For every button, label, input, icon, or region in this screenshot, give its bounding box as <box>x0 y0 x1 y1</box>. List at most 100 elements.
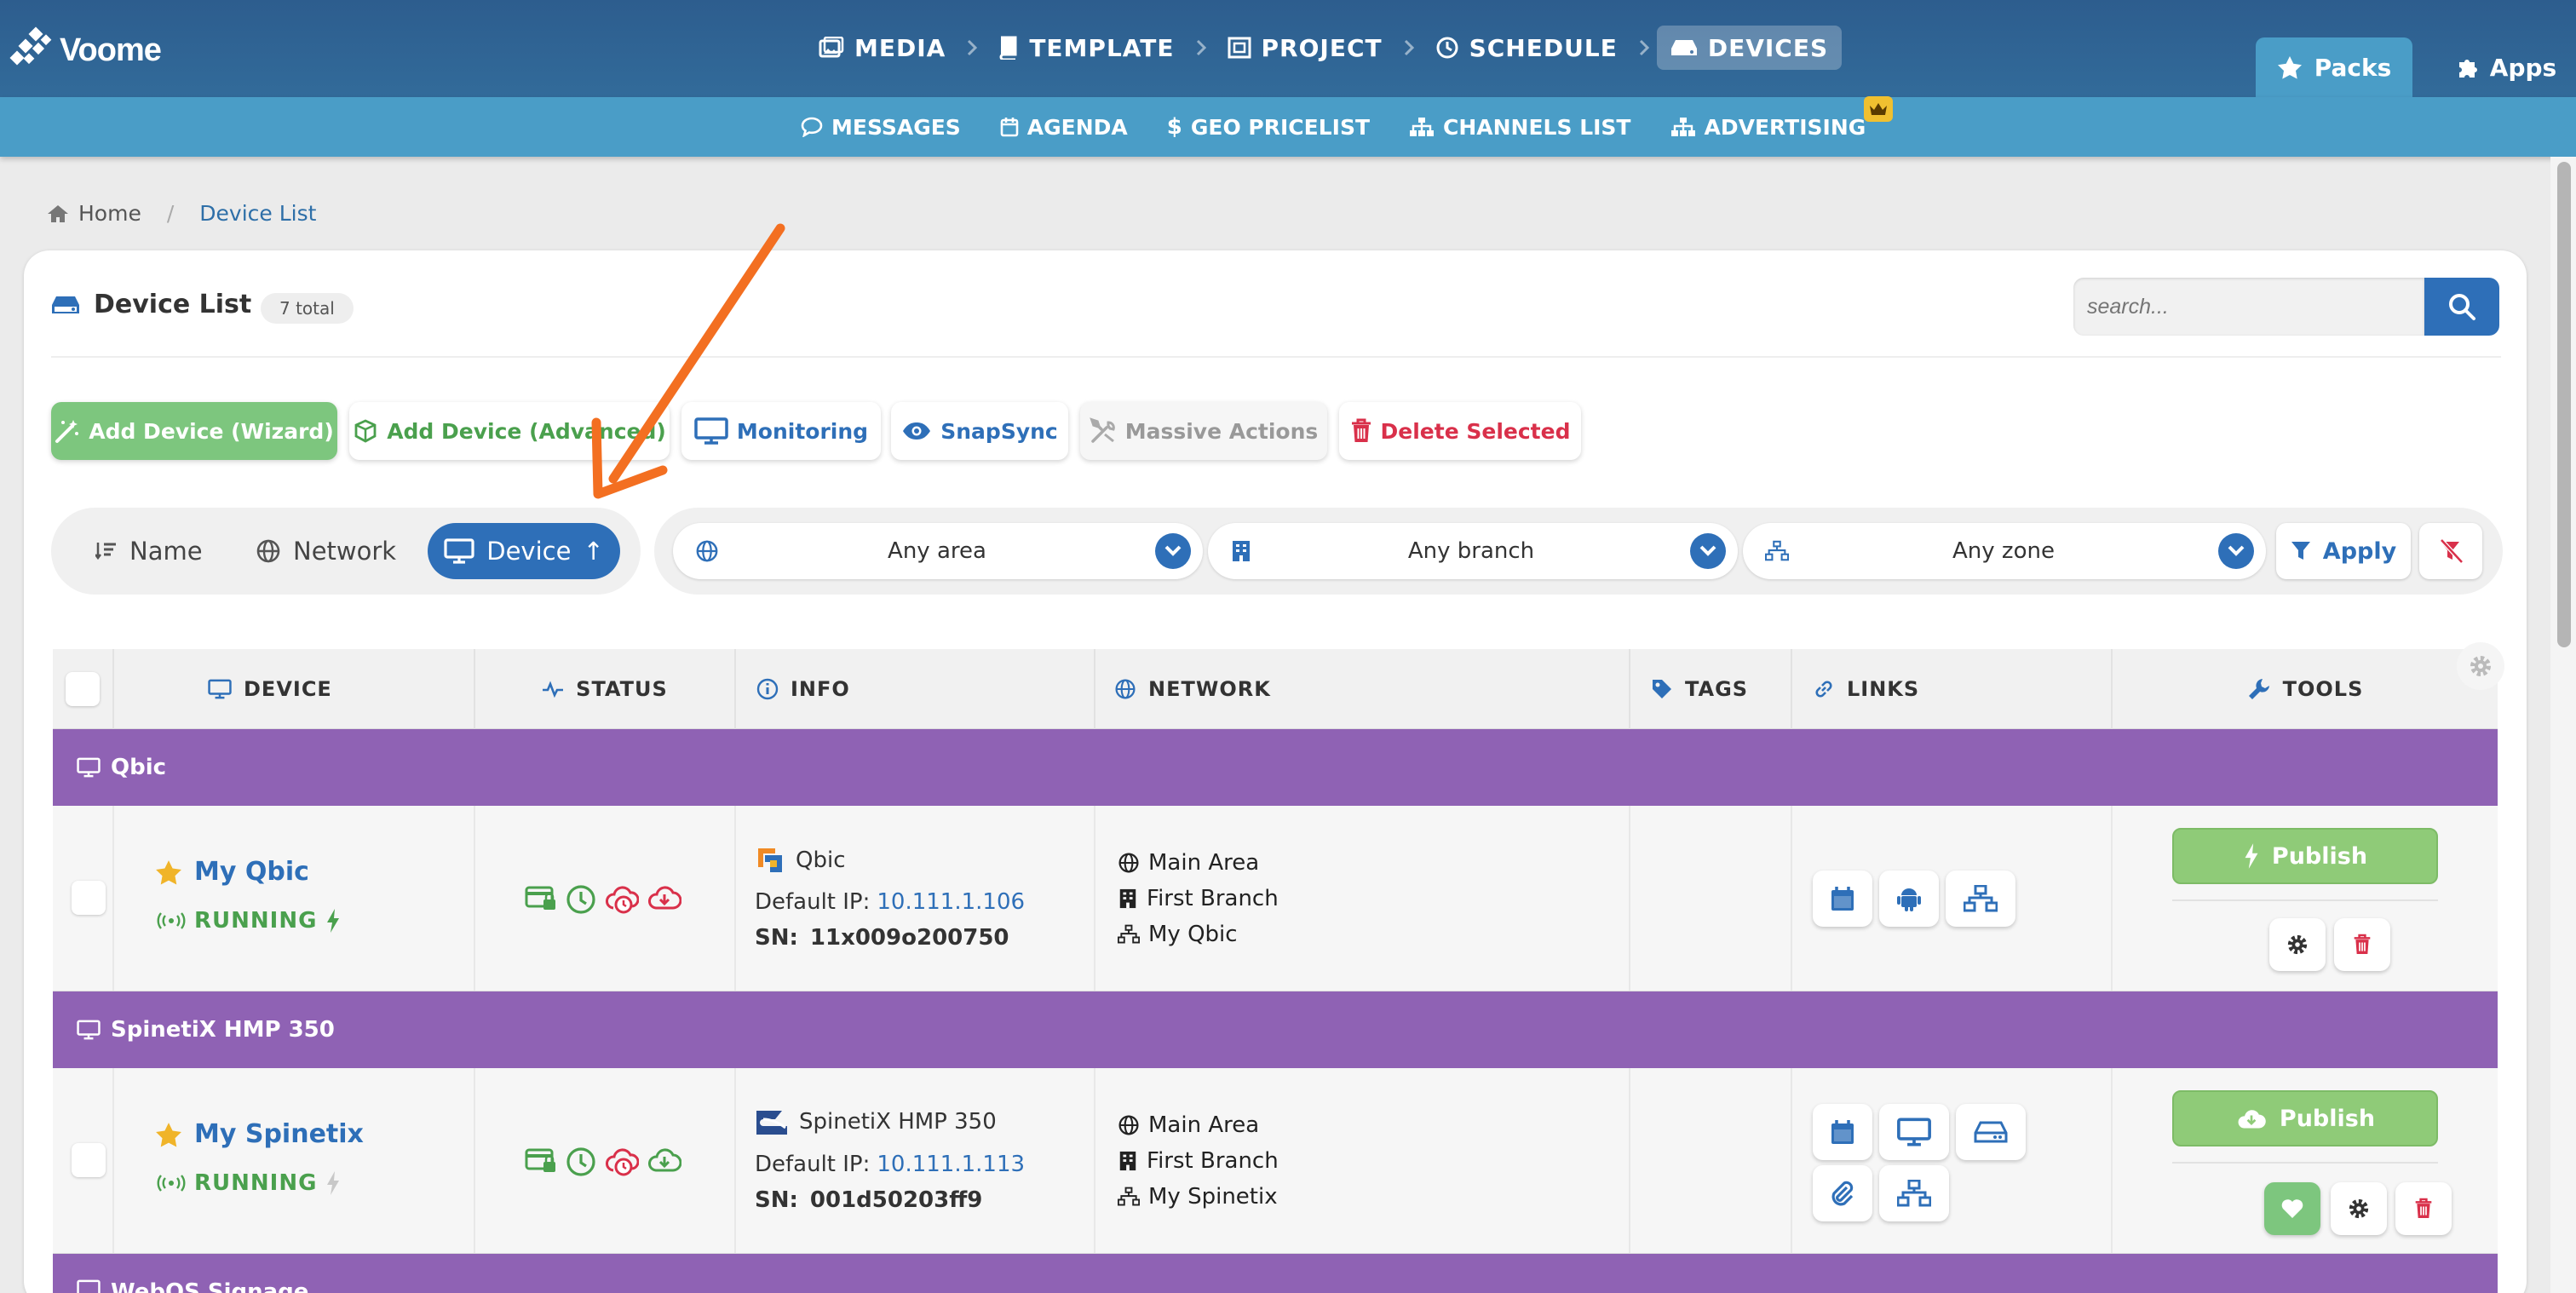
tab-packs[interactable]: Packs <box>2256 37 2412 97</box>
scrollbar-thumb[interactable] <box>2557 162 2571 647</box>
attachment-link-button[interactable] <box>1813 1165 1872 1221</box>
tag-icon <box>1653 680 1671 698</box>
nav-template[interactable]: TEMPLATE <box>985 26 1187 70</box>
column-device[interactable]: DEVICE <box>112 649 526 729</box>
star-icon[interactable] <box>155 859 182 885</box>
device-model: SpinetiX HMP 350 <box>755 1107 997 1136</box>
group-label: WebOS Signage <box>111 1279 309 1293</box>
subnav-advertising[interactable]: ADVERTISING <box>1670 95 1894 140</box>
delete-device-button[interactable] <box>2334 918 2390 971</box>
breadcrumb-current: Device List <box>199 201 317 226</box>
delete-selected-button[interactable]: Delete Selected <box>1339 402 1581 460</box>
subnav-messages[interactable]: MESSAGES <box>801 115 961 140</box>
sort-by-device[interactable]: Device ↑ <box>428 523 620 579</box>
monitoring-button[interactable]: Monitoring <box>681 402 881 460</box>
column-status[interactable]: STATUS <box>474 649 734 729</box>
dollar-icon: $ <box>1166 114 1182 140</box>
device-name[interactable]: My Spinetix <box>194 1119 364 1149</box>
row-checkbox[interactable] <box>72 1143 106 1177</box>
sort-by-device-label: Device <box>486 537 572 566</box>
search-input[interactable] <box>2073 278 2424 336</box>
trash-icon <box>2415 1198 2432 1218</box>
chevron-right-icon <box>1188 39 1214 56</box>
delete-device-button[interactable] <box>2395 1182 2452 1235</box>
zone-filter-select[interactable]: Any zone <box>1743 523 2266 579</box>
group-row: Qbic <box>53 729 2498 806</box>
col-divider <box>1791 1068 1792 1253</box>
device-settings-button[interactable] <box>2331 1182 2387 1235</box>
add-device-wizard-button[interactable]: Add Device (Wizard) <box>51 402 337 460</box>
table-settings-button[interactable] <box>2457 642 2504 690</box>
col-divider <box>474 806 475 991</box>
network-link-button[interactable] <box>1879 1165 1949 1221</box>
subnav-channels-list[interactable]: CHANNELS LIST <box>1409 115 1631 140</box>
nav-media-label: MEDIA <box>854 33 946 62</box>
column-network[interactable]: NETWORK <box>1094 649 1629 729</box>
device-settings-button[interactable] <box>2269 918 2326 971</box>
breadcrumb-home-label: Home <box>78 201 141 226</box>
building-icon <box>1119 1151 1136 1171</box>
publish-button[interactable]: Publish <box>2172 828 2438 884</box>
snapsync-label: SnapSync <box>940 418 1058 444</box>
tab-apps[interactable]: Apps <box>2436 37 2576 97</box>
area-filter-value: Any area <box>888 538 986 564</box>
area-filter-select[interactable]: Any area <box>673 523 1203 579</box>
android-link-button[interactable] <box>1879 871 1939 927</box>
column-links[interactable]: LINKS <box>1791 649 2111 729</box>
branch-filter-select[interactable]: Any branch <box>1208 523 1738 579</box>
schedule-link-button[interactable] <box>1813 1104 1872 1160</box>
clear-filter-button[interactable] <box>2419 523 2482 579</box>
filter-icon <box>2291 542 2310 560</box>
col-divider <box>112 1068 114 1253</box>
column-info[interactable]: INFO <box>734 649 1094 729</box>
search-button[interactable] <box>2424 278 2499 336</box>
device-ip-value[interactable]: 10.111.1.106 <box>877 889 1025 915</box>
apply-filter-button[interactable]: Apply <box>2276 523 2411 579</box>
device-name[interactable]: My Qbic <box>194 857 309 887</box>
cloud-download-icon <box>2238 1110 2266 1129</box>
network-link-button[interactable] <box>1946 871 2015 927</box>
nav-media[interactable]: MEDIA <box>805 26 959 70</box>
device-sn-label: SN: <box>755 925 798 951</box>
chevron-right-icon <box>1396 39 1422 56</box>
storage-link-button[interactable] <box>1956 1104 2026 1160</box>
voome-logo[interactable]: Voome <box>9 26 162 75</box>
star-icon[interactable] <box>155 1122 182 1147</box>
sort-by-name[interactable]: Name <box>95 523 203 579</box>
select-all-checkbox[interactable] <box>66 672 100 706</box>
sort-by-name-label: Name <box>129 537 203 566</box>
sort-by-network[interactable]: Network <box>256 523 396 579</box>
breadcrumb-home[interactable]: Home <box>46 201 141 226</box>
sitemap-icon <box>1765 540 1789 561</box>
row-checkbox[interactable] <box>72 881 106 915</box>
nav-schedule[interactable]: SCHEDULE <box>1422 26 1631 70</box>
publish-button[interactable]: Publish <box>2172 1090 2438 1146</box>
subnav-messages-label: MESSAGES <box>831 114 961 140</box>
magic-wand-icon <box>55 420 79 443</box>
table-header: DEVICE STATUS INFO NETWORK TAGS LINKS TO… <box>53 649 2498 729</box>
device-branch-label: First Branch <box>1147 1148 1279 1174</box>
schedule-link-button[interactable] <box>1813 871 1872 927</box>
nav-project[interactable]: PROJECT <box>1214 26 1396 70</box>
add-device-advanced-button[interactable]: Add Device (Advanced) <box>349 402 670 460</box>
device-ip-value[interactable]: 10.111.1.113 <box>877 1152 1025 1177</box>
massive-actions-button[interactable]: Massive Actions <box>1080 402 1327 460</box>
device-name-link[interactable]: My Spinetix <box>155 1119 364 1149</box>
subnav-agenda[interactable]: AGENDA <box>1000 115 1128 140</box>
column-tools-label: TOOLS <box>2282 677 2364 701</box>
device-name-link[interactable]: My Qbic <box>155 857 309 887</box>
group-row: WebOS Signage <box>53 1254 2498 1293</box>
col-divider <box>112 806 114 991</box>
col-divider <box>474 1068 475 1253</box>
snapsync-button[interactable]: SnapSync <box>891 402 1068 460</box>
subnav-geo-pricelist[interactable]: $ GEO PRICELIST <box>1167 114 1370 140</box>
add-device-advanced-label: Add Device (Advanced) <box>387 418 666 444</box>
tab-packs-label: Packs <box>2314 53 2392 82</box>
heartbeat-icon <box>543 681 564 698</box>
nav-devices[interactable]: DEVICES <box>1656 26 1843 70</box>
device-area: Main Area <box>1118 1112 1259 1138</box>
column-tags[interactable]: TAGS <box>1629 649 1791 729</box>
favorite-device-button[interactable] <box>2264 1182 2320 1235</box>
table-row: My Qbic RUNNING Qbic Default IP: 10.111.… <box>53 806 2498 991</box>
display-link-button[interactable] <box>1879 1104 1949 1160</box>
